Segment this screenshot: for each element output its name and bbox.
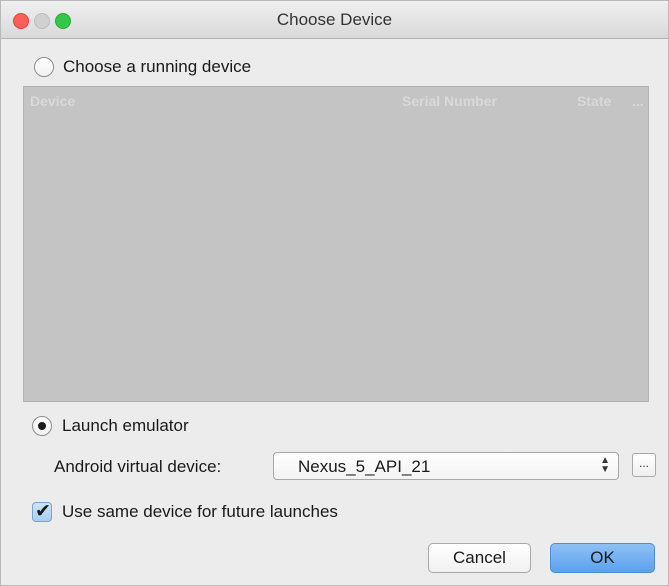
- cancel-button[interactable]: Cancel: [428, 543, 531, 573]
- launch-emulator-label[interactable]: Launch emulator: [62, 416, 189, 436]
- same-device-checkbox[interactable]: ✔: [32, 501, 52, 522]
- running-device-radio[interactable]: [34, 57, 54, 77]
- window-title: Choose Device: [276, 10, 393, 29]
- same-device-label[interactable]: Use same device for future launches: [62, 502, 338, 522]
- column-header-device[interactable]: Device: [30, 93, 75, 109]
- avd-select[interactable]: Nexus_5_API_21 ▲ ▼: [273, 452, 619, 480]
- column-header-serial-number[interactable]: Serial Number: [402, 93, 497, 109]
- column-header-more[interactable]: ...: [632, 93, 644, 109]
- ok-button[interactable]: OK: [550, 543, 655, 573]
- choose-device-dialog: Choose Device Choose a running device De…: [0, 0, 669, 586]
- checkmark-icon: ✔: [35, 501, 51, 522]
- title-bar: Choose Device: [1, 1, 668, 39]
- radio-selected-dot: [38, 422, 46, 430]
- running-device-label[interactable]: Choose a running device: [63, 57, 251, 77]
- browse-avd-button[interactable]: ...: [632, 453, 656, 477]
- column-header-state[interactable]: State: [577, 93, 611, 109]
- avd-select-value: Nexus_5_API_21: [298, 457, 431, 476]
- launch-emulator-radio[interactable]: [32, 416, 52, 436]
- running-devices-table[interactable]: Device Serial Number State ...: [23, 86, 649, 402]
- avd-label: Android virtual device:: [54, 457, 222, 476]
- up-down-arrows-icon: ▲ ▼: [600, 455, 610, 475]
